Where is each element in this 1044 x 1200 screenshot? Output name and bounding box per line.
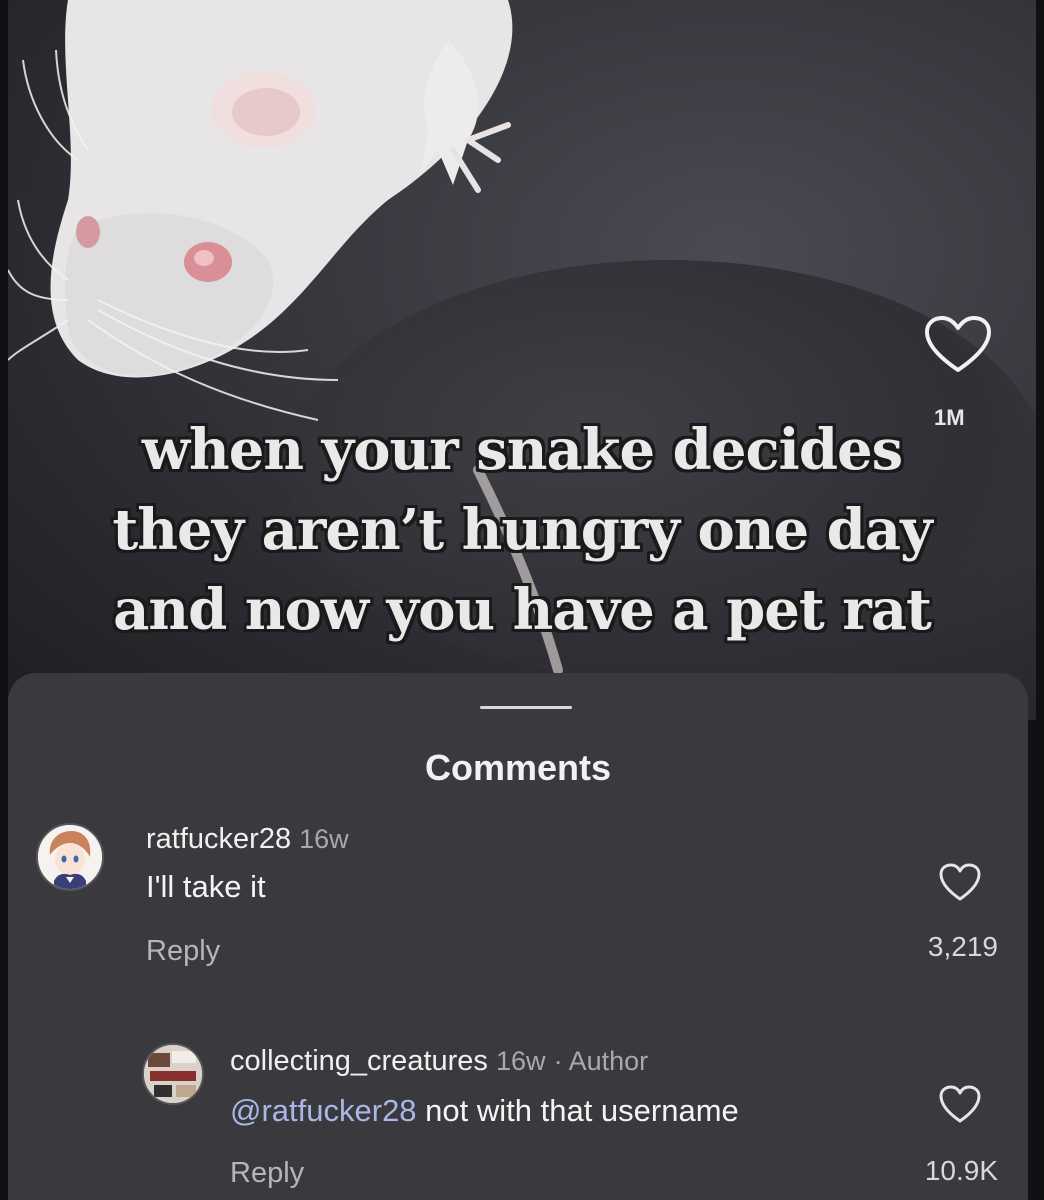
video-player[interactable]: when your snake decides they aren’t hung… <box>8 0 1036 720</box>
comment-like-count: 3,219 <box>927 931 998 962</box>
heart-icon[interactable] <box>938 1085 982 1125</box>
reply-button[interactable]: Reply <box>146 935 220 968</box>
caption-line-2: they aren’t hungry one day <box>112 497 932 563</box>
heart-icon[interactable] <box>938 863 982 903</box>
comment-item: collecting_creatures 16w · Author @ratfu… <box>8 1033 1028 1193</box>
comment-header: ratfucker28 16w <box>146 823 349 856</box>
collage-avatar-icon <box>144 1045 202 1103</box>
heart-icon[interactable] <box>923 315 993 375</box>
screenshot-frame: when your snake decides they aren’t hung… <box>0 0 1044 1200</box>
comment-item: ratfucker28 16w I'll take it Reply 3,219 <box>8 813 1028 973</box>
sheet-grabber[interactable] <box>480 706 572 709</box>
comment-body: I'll take it <box>146 869 266 904</box>
comment-text: @ratfucker28 not with that username <box>230 1093 739 1129</box>
reply-button[interactable]: Reply <box>230 1157 304 1190</box>
comment-mention-link[interactable]: @ratfucker28 <box>230 1093 417 1128</box>
author-badge: · Author <box>553 1046 649 1076</box>
comment-header: collecting_creatures 16w · Author <box>230 1045 648 1078</box>
caption-line-3: and now you have a pet rat <box>113 577 932 643</box>
video-like-count: 1M <box>934 405 965 430</box>
avatar[interactable] <box>142 1043 204 1105</box>
caption-line-1: when your snake decides <box>141 417 903 483</box>
comment-username[interactable]: ratfucker28 <box>146 823 291 855</box>
comment-time: 16w <box>495 1046 546 1076</box>
avatar[interactable] <box>36 823 104 891</box>
anime-avatar-icon <box>38 825 102 889</box>
comment-username[interactable]: collecting_creatures <box>230 1045 488 1077</box>
comments-sheet: Comments ratfucker28 16w I'll take it Re… <box>8 673 1028 1200</box>
comments-title: Comments <box>424 747 612 788</box>
comment-time: 16w <box>299 824 349 854</box>
comment-body: not with that username <box>416 1093 739 1128</box>
comment-text: I'll take it <box>146 869 266 905</box>
video-caption: when your snake decides they aren’t hung… <box>8 410 1036 650</box>
comment-like-count: 10.9K <box>924 1155 998 1186</box>
